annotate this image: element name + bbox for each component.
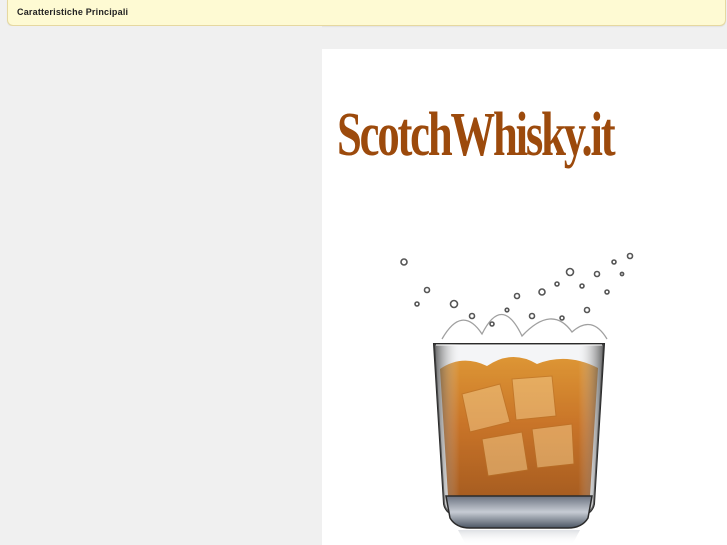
ad-banner[interactable]: ScotchWhisky.it [322,49,727,545]
whisky-glass-image [400,252,634,545]
features-header-bar[interactable]: Caratteristiche Principali [7,0,726,26]
features-title: Caratteristiche Principali [17,7,129,17]
brand-logo: ScotchWhisky.it [322,49,727,209]
page: Caratteristiche Principali ScotchWhisky.… [0,0,727,545]
left-content-area [0,26,322,545]
splash-droplets [400,252,634,327]
brand-logo-text: ScotchWhisky.it [337,101,616,169]
